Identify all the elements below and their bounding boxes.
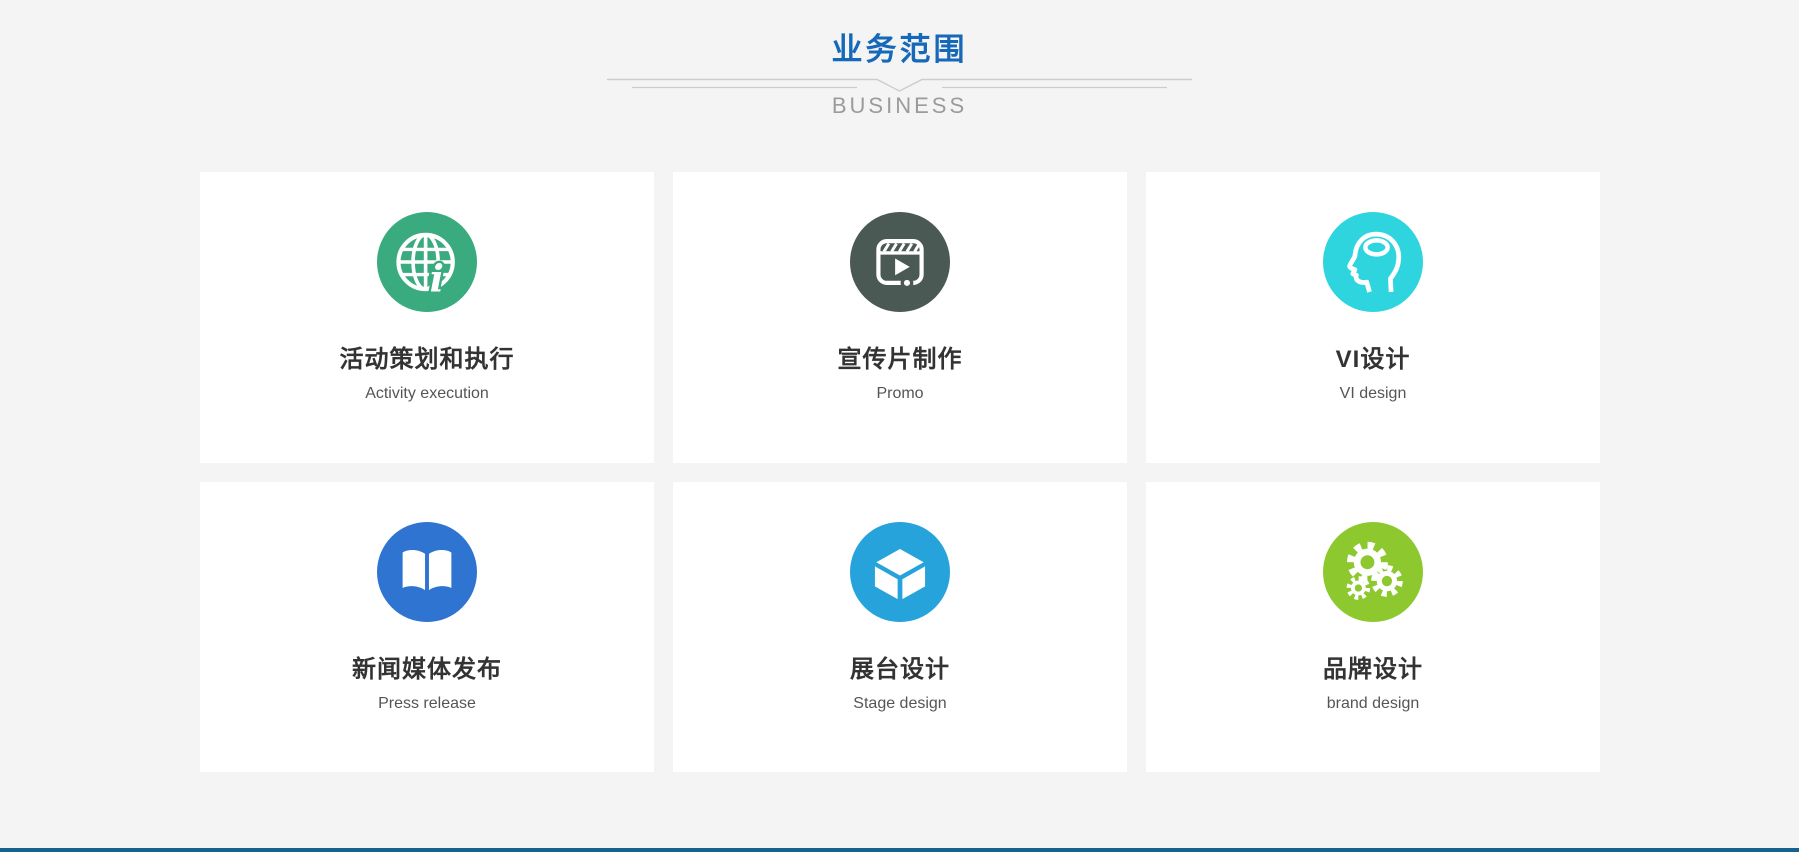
section-title: 业务范围 [0, 24, 1799, 69]
card-title: 新闻媒体发布 [200, 649, 654, 684]
card-promo-production[interactable]: 宣传片制作 Promo [673, 172, 1127, 463]
card-title: 活动策划和执行 [200, 339, 654, 374]
card-subtitle: Stage design [673, 695, 1127, 713]
globe-info-icon: i [377, 212, 477, 312]
gear-medium [1374, 568, 1400, 594]
cube-icon [850, 522, 950, 622]
card-vi-design[interactable]: VI设计 VI design [1146, 172, 1600, 463]
card-subtitle: brand design [1146, 695, 1600, 713]
card-subtitle: VI design [1146, 385, 1600, 403]
card-subtitle: Promo [673, 385, 1127, 403]
card-title: 品牌设计 [1146, 649, 1600, 684]
card-press-release[interactable]: 新闻媒体发布 Press release [200, 482, 654, 772]
business-cards-grid: i 活动策划和执行 Activity execution [200, 172, 1600, 772]
svg-text:i: i [430, 256, 444, 300]
section-subtitle: BUSINESS [0, 93, 1799, 119]
card-title: 展台设计 [673, 649, 1127, 684]
card-brand-design[interactable]: 品牌设计 brand design [1146, 482, 1600, 772]
open-book-icon [377, 522, 477, 622]
card-title: 宣传片制作 [673, 339, 1127, 374]
gears-icon [1323, 522, 1423, 622]
head-profile-icon [1323, 212, 1423, 312]
bottom-accent-rule [0, 848, 1799, 852]
card-stage-design[interactable]: 展台设计 Stage design [673, 482, 1127, 772]
card-activity-execution[interactable]: i 活动策划和执行 Activity execution [200, 172, 654, 463]
clapperboard-play-icon [850, 212, 950, 312]
card-title: VI设计 [1146, 339, 1600, 374]
card-subtitle: Press release [200, 695, 654, 713]
gear-large [1350, 545, 1384, 579]
card-subtitle: Activity execution [200, 385, 654, 403]
